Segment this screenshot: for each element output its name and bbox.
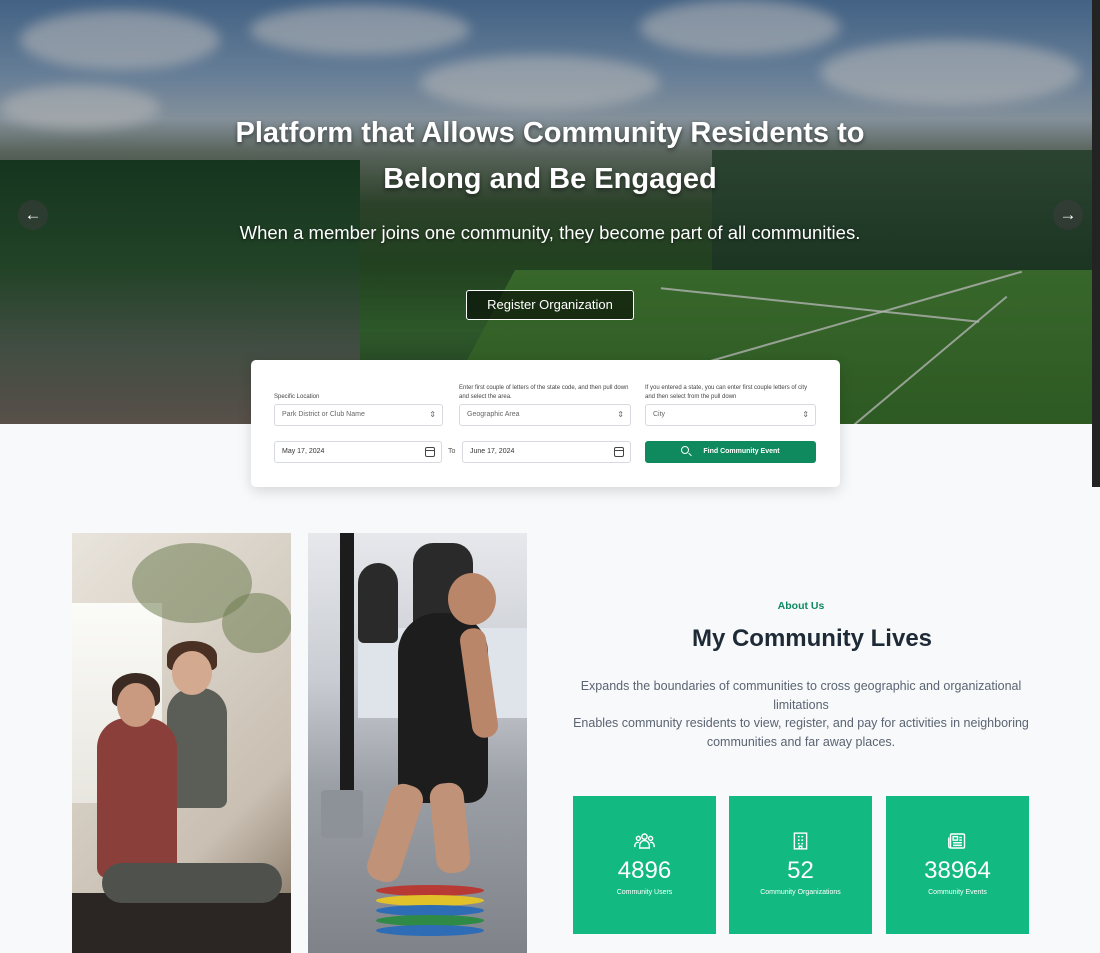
arrow-right-icon[interactable]: → (1053, 200, 1083, 230)
chevron-updown-icon: ⇕ (802, 410, 809, 419)
chevron-updown-icon: ⇕ (429, 410, 436, 419)
yoga-photo (72, 533, 291, 953)
stat-value: 52 (787, 857, 814, 884)
bucket (321, 790, 363, 838)
stat-card-organizations: 52 Community Organizations (729, 796, 872, 934)
about-line2: Enables community residents to view, reg… (573, 716, 1029, 749)
end-date-value: June 17, 2024 (470, 448, 515, 455)
page-edge (1092, 0, 1100, 487)
athlete-head (448, 573, 496, 625)
location-label: Specific Location (274, 394, 320, 400)
start-date-value: May 17, 2024 (282, 448, 325, 455)
find-community-event-button[interactable]: Find Community Event (645, 441, 816, 463)
start-date-input[interactable]: May 17, 2024 (274, 441, 442, 463)
building-icon (793, 832, 808, 850)
student-head (117, 683, 155, 727)
weight-plate (376, 925, 484, 936)
plant (222, 593, 291, 653)
find-button-label: Find Community Event (703, 448, 780, 455)
location-select[interactable]: Park District or Club Name ⇕ (274, 404, 443, 426)
date-range-to-label: To (448, 448, 456, 455)
hero-title: Platform that Allows Community Residents… (170, 110, 930, 202)
calendar-icon[interactable] (425, 447, 435, 457)
city-label: If you entered a state, you can enter fi… (645, 385, 808, 400)
rig-pole (340, 533, 354, 833)
city-placeholder: City (653, 411, 666, 418)
stat-card-users: 4896 Community Users (573, 796, 716, 934)
register-organization-button[interactable]: Register Organization (466, 290, 634, 320)
about-title: My Community Lives (691, 625, 933, 652)
student-legs (102, 863, 282, 903)
stat-label: Community Users (616, 889, 673, 896)
athlete-leg (363, 780, 427, 886)
stat-value: 4896 (617, 857, 672, 884)
geographic-area-select[interactable]: Geographic Area ⇕ (459, 404, 631, 426)
about-kicker: About Us (777, 600, 825, 612)
student (97, 718, 177, 878)
spectator (358, 563, 398, 643)
newspaper-icon (948, 833, 966, 849)
about-line1: Expands the boundaries of communities to… (580, 679, 1022, 712)
calendar-icon[interactable] (614, 447, 624, 457)
stat-label: Community Organizations (760, 889, 841, 896)
end-date-input[interactable]: June 17, 2024 (462, 441, 631, 463)
search-icon (681, 446, 690, 454)
arrow-left-icon[interactable]: ← (18, 200, 48, 230)
users-icon (634, 833, 655, 849)
hero-title-line2: Belong and Be Engaged (383, 163, 717, 195)
stat-card-events: 38964 Community Events (886, 796, 1029, 934)
chevron-updown-icon: ⇕ (617, 410, 624, 419)
hero-title-line1: Platform that Allows Community Residents… (235, 117, 865, 149)
stat-label: Community Events (928, 889, 987, 896)
location-placeholder: Park District or Club Name (282, 411, 365, 418)
area-label: Enter first couple of letters of the sta… (459, 385, 629, 400)
city-select[interactable]: City ⇕ (645, 404, 816, 426)
event-search-form: Specific Location Park District or Club … (251, 360, 840, 487)
hero-subtitle: When a member joins one community, they … (239, 222, 861, 243)
stat-value: 38964 (924, 857, 991, 884)
about-description: Expands the boundaries of communities to… (573, 677, 1029, 751)
area-placeholder: Geographic Area (467, 411, 520, 418)
instructor-head (172, 651, 212, 695)
weightlifting-photo (308, 533, 527, 953)
